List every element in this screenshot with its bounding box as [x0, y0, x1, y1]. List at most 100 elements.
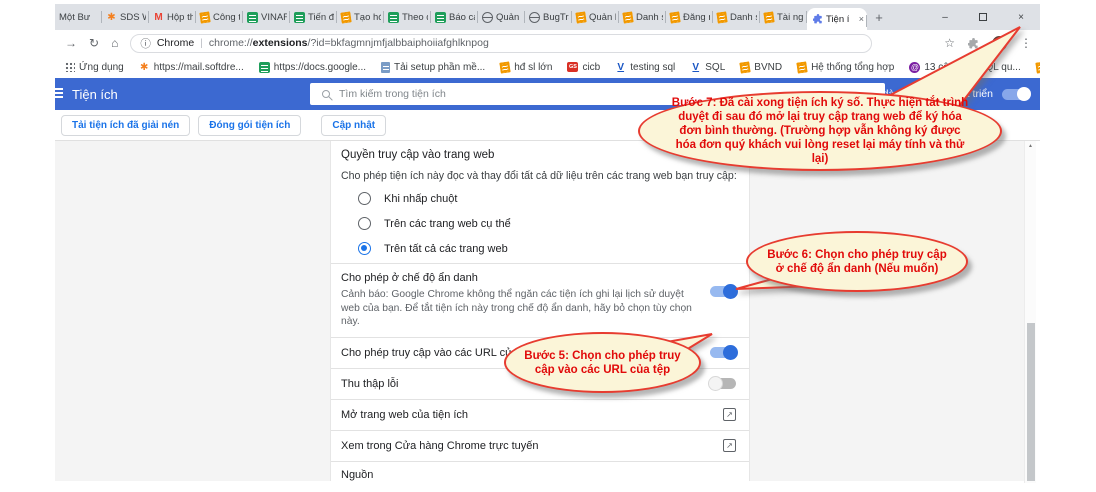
callout-step-7: Bước 7: Đã cài xong tiện ích ký số. Thực…	[638, 91, 1002, 171]
bookmark-label: https://docs.google...	[274, 62, 366, 73]
receipt-icon	[796, 61, 807, 73]
tab-title: VINAFR	[261, 12, 287, 23]
page-scrollbar[interactable]: ▲	[1024, 141, 1036, 483]
radio-option-label: Trên tất cả các trang web	[384, 243, 508, 255]
bookmark-item[interactable]: vinafriegth	[1036, 62, 1040, 73]
forward-icon[interactable]: →	[65, 36, 77, 50]
tab-title: Theo dõ	[402, 12, 428, 23]
minimize-button[interactable]: –	[926, 4, 964, 30]
url-product: Chrome	[157, 37, 194, 49]
receipt-icon	[622, 11, 633, 23]
tab-title: Tiến độ	[308, 12, 334, 23]
bookmark-label: hđ sl lớn	[514, 62, 552, 73]
tab-title: Hộp thư	[167, 12, 193, 23]
browser-tab[interactable]: Một Bư	[55, 4, 102, 30]
menu-icon[interactable]	[55, 88, 63, 100]
browser-tab[interactable]: Tiến độ	[290, 4, 337, 30]
site-access-option[interactable]: Khi nhấp chuột	[341, 186, 739, 211]
star-icon: ✱	[106, 12, 117, 23]
bookmark-label: https://mail.softdre...	[154, 62, 244, 73]
tab-title: Công ty	[213, 12, 240, 23]
bookmark-item[interactable]: Hệ thống tổng hợp	[797, 62, 894, 73]
browser-tab[interactable]: VINAFR	[243, 4, 290, 30]
bookmark-item[interactable]: Ứng dụng	[65, 62, 124, 73]
bookmark-item[interactable]: hđ sl lớn	[500, 62, 552, 73]
bookmark-label: 13 câu lệnh SQL qu...	[924, 62, 1020, 73]
browser-menu-icon[interactable]: ⋮	[1020, 36, 1032, 50]
bookmark-item[interactable]: @ 13 câu lệnh SQL qu...	[909, 62, 1020, 73]
toggle-file-urls[interactable]	[710, 347, 736, 358]
bookmark-star-icon[interactable]: ☆	[944, 36, 955, 50]
vblue-icon: V	[690, 62, 701, 73]
settings-row-view-in-chrome-web-store[interactable]: Xem trong Cửa hàng Chrome trực tuyến ↗	[331, 430, 749, 461]
bookmark-label: BVND	[754, 62, 782, 73]
bookmark-item[interactable]: V SQL	[690, 62, 725, 73]
browser-tab[interactable]: Theo dõ	[384, 4, 431, 30]
browser-tab[interactable]: BugTra	[525, 4, 572, 30]
tab-title: SDS We	[120, 12, 146, 23]
docblue-icon	[381, 62, 390, 73]
browser-tab[interactable]: Danh sá	[619, 4, 666, 30]
bookmark-item[interactable]: Tải setup phần mề...	[381, 62, 485, 73]
radio-button-icon[interactable]	[358, 217, 371, 230]
pack-extension-button[interactable]: Đóng gói tiện ích	[198, 115, 301, 136]
settings-row-open-extension-website[interactable]: Mở trang web của tiện ích ↗	[331, 399, 749, 430]
tab-title: Tiện í	[826, 14, 849, 25]
extension-icon[interactable]	[968, 38, 979, 49]
url-separator: |	[200, 37, 203, 49]
profile-avatar[interactable]	[992, 36, 1007, 51]
toggle-error-collection[interactable]	[710, 378, 736, 389]
load-unpacked-button[interactable]: Tải tiện ích đã giải nén	[61, 115, 190, 136]
tab-close-icon[interactable]: ×	[859, 14, 864, 24]
close-button[interactable]: ×	[1002, 4, 1040, 30]
settings-row-label: Mở trang web của tiện ích	[341, 409, 468, 421]
browser-tab[interactable]: Công ty	[196, 4, 243, 30]
callout-step-6: Bước 6: Chọn cho phép truy cập ở chế độ …	[746, 231, 968, 292]
address-bar[interactable]: ⓘ Chrome | chrome://extensions/?id=bkfag…	[130, 34, 872, 53]
browser-tab[interactable]: Đăng n	[666, 4, 713, 30]
bookmark-label: Ứng dụng	[79, 62, 124, 73]
browser-tab[interactable]: M Hộp thư	[149, 4, 196, 30]
browser-toolbar: → ↻ ⌂ ⓘ Chrome | chrome://extensions/?id…	[55, 30, 1040, 56]
bookmark-item[interactable]: ✱ https://mail.softdre...	[139, 62, 244, 73]
bookmark-item[interactable]: GS cicb	[567, 62, 600, 73]
toggle-incognito[interactable]	[710, 286, 736, 297]
scrollbar-thumb[interactable]	[1027, 323, 1035, 481]
developer-mode-toggle[interactable]	[1002, 89, 1030, 100]
browser-tab[interactable]: ✱ SDS We	[102, 4, 149, 30]
callout-step-5-text: Bước 5: Chọn cho phép truy cập vào các U…	[516, 349, 689, 377]
settings-row-label: Xem trong Cửa hàng Chrome trực tuyến	[341, 440, 539, 452]
browser-tab[interactable]: Tài ngu	[760, 4, 807, 30]
browser-tab[interactable]: Quản lý	[572, 4, 619, 30]
bookmark-item[interactable]: https://docs.google...	[259, 62, 366, 73]
new-tab-button[interactable]: +	[867, 4, 891, 30]
browser-tab[interactable]: Danh sá	[713, 4, 760, 30]
sheets-icon	[294, 12, 305, 23]
browser-tab[interactable]: Quản lý	[478, 4, 525, 30]
radio-button-icon[interactable]	[358, 192, 371, 205]
update-button[interactable]: Cập nhật	[321, 115, 386, 136]
bookmark-item[interactable]: BVND	[740, 62, 782, 73]
radio-option-label: Khi nhấp chuột	[384, 193, 457, 205]
settings-row-text: Cho phép ở chế độ ẩn danh Cảnh báo: Goog…	[341, 272, 693, 329]
tab-title: Quản lý	[496, 12, 522, 23]
browser-tab-active[interactable]: Tiện í ×	[807, 8, 867, 30]
bookmark-item[interactable]: V testing sql	[615, 62, 675, 73]
site-access-option[interactable]: Trên các trang web cụ thể	[341, 211, 739, 236]
sheets-icon	[247, 12, 258, 23]
browser-tab[interactable]: Tạo hóa	[337, 4, 384, 30]
tab-title: Báo cáo	[449, 12, 475, 23]
tab-title: Tạo hóa	[354, 12, 381, 23]
maximize-button[interactable]	[964, 4, 1002, 30]
settings-row-description: Cảnh báo: Google Chrome không thể ngăn c…	[341, 288, 693, 329]
site-access-option[interactable]: Trên tất cả các trang web	[341, 236, 739, 261]
page-info-icon[interactable]: ⓘ	[140, 36, 151, 51]
browser-tab[interactable]: Báo cáo	[431, 4, 478, 30]
reload-icon[interactable]: ↻	[89, 36, 99, 50]
radio-option-label: Trên các trang web cụ thể	[384, 218, 511, 230]
home-icon[interactable]: ⌂	[111, 36, 118, 50]
settings-row-incognito[interactable]: Cho phép ở chế độ ẩn danh Cảnh báo: Goog…	[331, 263, 749, 337]
radio-button-icon[interactable]	[358, 242, 371, 255]
star-icon: ✱	[139, 62, 150, 73]
scroll-up-icon[interactable]: ▲	[1025, 143, 1036, 149]
